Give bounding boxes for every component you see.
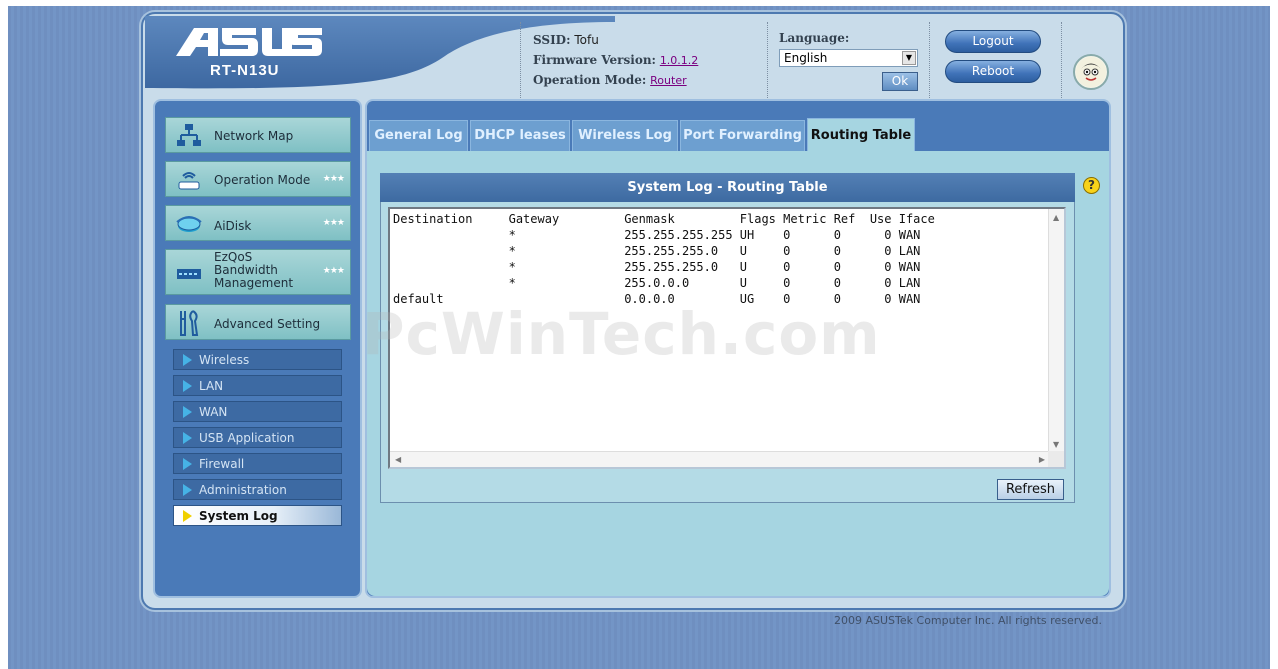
reboot-button[interactable]: Reboot: [945, 60, 1041, 83]
language-ok-button[interactable]: Ok: [882, 72, 918, 91]
nav-label-line: EzQoS: [214, 250, 253, 264]
stars-icon: ★★★: [322, 218, 345, 228]
subnav-label: LAN: [199, 379, 224, 393]
nav-label: Network Map: [214, 129, 294, 143]
ssid-label: SSID:: [533, 33, 571, 47]
tools-icon: [180, 310, 199, 336]
triangle-icon: [183, 458, 192, 470]
triangle-icon: [183, 432, 192, 444]
triangle-icon: [183, 354, 192, 366]
tab-wireless-log[interactable]: Wireless Log: [572, 120, 678, 151]
opmode-link[interactable]: Router: [650, 74, 686, 87]
language-value: English: [784, 51, 828, 65]
subnav-label: WAN: [199, 405, 228, 419]
help-icon[interactable]: ?: [1083, 177, 1100, 194]
triangle-icon: [183, 380, 192, 392]
tab-general-log[interactable]: General Log: [369, 120, 468, 151]
qos-icon: [177, 269, 201, 279]
nav-label-line: Management: [214, 276, 294, 290]
tab-port-forwarding[interactable]: Port Forwarding: [680, 120, 805, 151]
dropdown-arrow-icon[interactable]: ▼: [902, 51, 916, 65]
subnav-label: Administration: [199, 483, 287, 497]
vertical-scrollbar[interactable]: ▲ ▼: [1048, 209, 1064, 453]
tab-dhcp-leases[interactable]: DHCP leases: [470, 120, 570, 151]
stars-icon: ★★★: [322, 266, 345, 276]
model-name: RT-N13U: [210, 62, 280, 79]
scroll-corner: [1048, 451, 1064, 467]
triangle-icon: [183, 484, 192, 496]
watermark: PcWinTech.com: [362, 300, 881, 368]
nav-operation-mode[interactable]: Operation Mode ★★★: [165, 161, 351, 197]
nav-label: Operation Mode: [214, 173, 311, 187]
nav-label: AiDisk: [214, 219, 252, 233]
subnav-system-log[interactable]: System Log: [173, 505, 342, 526]
horizontal-scrollbar[interactable]: ◀ ▶: [390, 451, 1050, 467]
language-select[interactable]: English ▼: [779, 49, 918, 67]
router-icon: [178, 172, 200, 190]
subnav-label: USB Application: [199, 431, 295, 445]
subnav-label: Wireless: [199, 353, 250, 367]
nav-label-line: Bandwidth: [214, 263, 278, 277]
subnav-wan[interactable]: WAN: [173, 401, 342, 422]
avatar-icon: [1073, 54, 1109, 90]
router-info: SSID: Tofu Firmware Version: 1.0.1.2 Ope…: [520, 22, 768, 98]
subnav-administration[interactable]: Administration: [173, 479, 342, 500]
routing-table-text: Destination Gateway Genmask Flags Metric…: [393, 212, 935, 306]
nav-advanced-setting[interactable]: Advanced Setting: [165, 304, 351, 340]
language-label: Language:: [779, 31, 850, 45]
nav-aidisk[interactable]: AiDisk ★★★: [165, 205, 351, 241]
scroll-left-icon[interactable]: ◀: [395, 455, 401, 464]
logout-button[interactable]: Logout: [945, 30, 1041, 53]
scroll-up-icon[interactable]: ▲: [1053, 213, 1059, 222]
subnav-lan[interactable]: LAN: [173, 375, 342, 396]
subnav-label: System Log: [199, 509, 278, 523]
refresh-button[interactable]: Refresh: [997, 479, 1064, 500]
scroll-down-icon[interactable]: ▼: [1053, 440, 1059, 449]
triangle-icon: [183, 510, 192, 522]
nav-label: Advanced Setting: [214, 317, 321, 331]
scroll-right-icon[interactable]: ▶: [1039, 455, 1045, 464]
disk-icon: [176, 216, 202, 232]
asus-logo: [176, 28, 322, 56]
nav-label: EzQoS Bandwidth Management: [214, 251, 293, 290]
copyright: 2009 ASUSTek Computer Inc. All rights re…: [834, 614, 1102, 627]
subnav-firewall[interactable]: Firewall: [173, 453, 342, 474]
ssid-value: Tofu: [574, 33, 599, 47]
subnav-wireless[interactable]: Wireless: [173, 349, 342, 370]
firmware-label: Firmware Version:: [533, 53, 656, 67]
stars-icon: ★★★: [322, 174, 345, 184]
tab-routing-table[interactable]: Routing Table: [807, 118, 915, 151]
triangle-icon: [183, 406, 192, 418]
subnav-usb-application[interactable]: USB Application: [173, 427, 342, 448]
firmware-link[interactable]: 1.0.1.2: [660, 54, 698, 67]
subnav-label: Firewall: [199, 457, 245, 471]
language-area: Language: English ▼ Ok: [768, 22, 930, 98]
network-map-icon: [177, 124, 201, 146]
nav-network-map[interactable]: Network Map: [165, 117, 351, 153]
panel-title: System Log - Routing Table: [380, 173, 1075, 202]
opmode-label: Operation Mode:: [533, 73, 647, 87]
nav-ezqos[interactable]: EzQoS Bandwidth Management ★★★: [165, 249, 351, 295]
action-buttons: Logout Reboot: [930, 22, 1062, 98]
